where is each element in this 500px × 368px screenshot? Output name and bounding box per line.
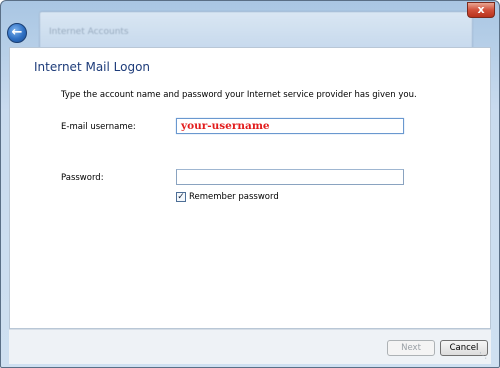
- page-title: Internet Mail Logon: [34, 60, 151, 74]
- back-arrow-icon[interactable]: ←: [7, 23, 27, 43]
- background-window-title: Internet Accounts: [49, 27, 129, 37]
- title-bar: Internet Accounts ← x: [1, 1, 499, 55]
- resize-grip-icon[interactable]: ⋱: [479, 352, 489, 362]
- email-username-value: your-username: [181, 120, 270, 132]
- next-button[interactable]: Next: [387, 340, 435, 356]
- remember-password-label[interactable]: Remember password: [189, 192, 279, 202]
- email-username-field[interactable]: your-username: [176, 118, 404, 134]
- password-field[interactable]: [176, 169, 404, 185]
- checkmark-icon: ✓: [177, 192, 185, 202]
- email-username-label: E-mail username:: [61, 122, 136, 132]
- instruction-text: Type the account name and password your …: [61, 90, 417, 100]
- remember-password-checkbox[interactable]: ✓: [176, 192, 186, 202]
- wizard-window: Internet Accounts ← x Internet Mail Logo…: [0, 0, 500, 368]
- close-button[interactable]: x: [467, 2, 495, 18]
- wizard-footer: Next Cancel ⋱: [9, 329, 491, 364]
- content-panel: Internet Mail Logon Type the account nam…: [9, 47, 491, 329]
- password-label: Password:: [61, 173, 104, 183]
